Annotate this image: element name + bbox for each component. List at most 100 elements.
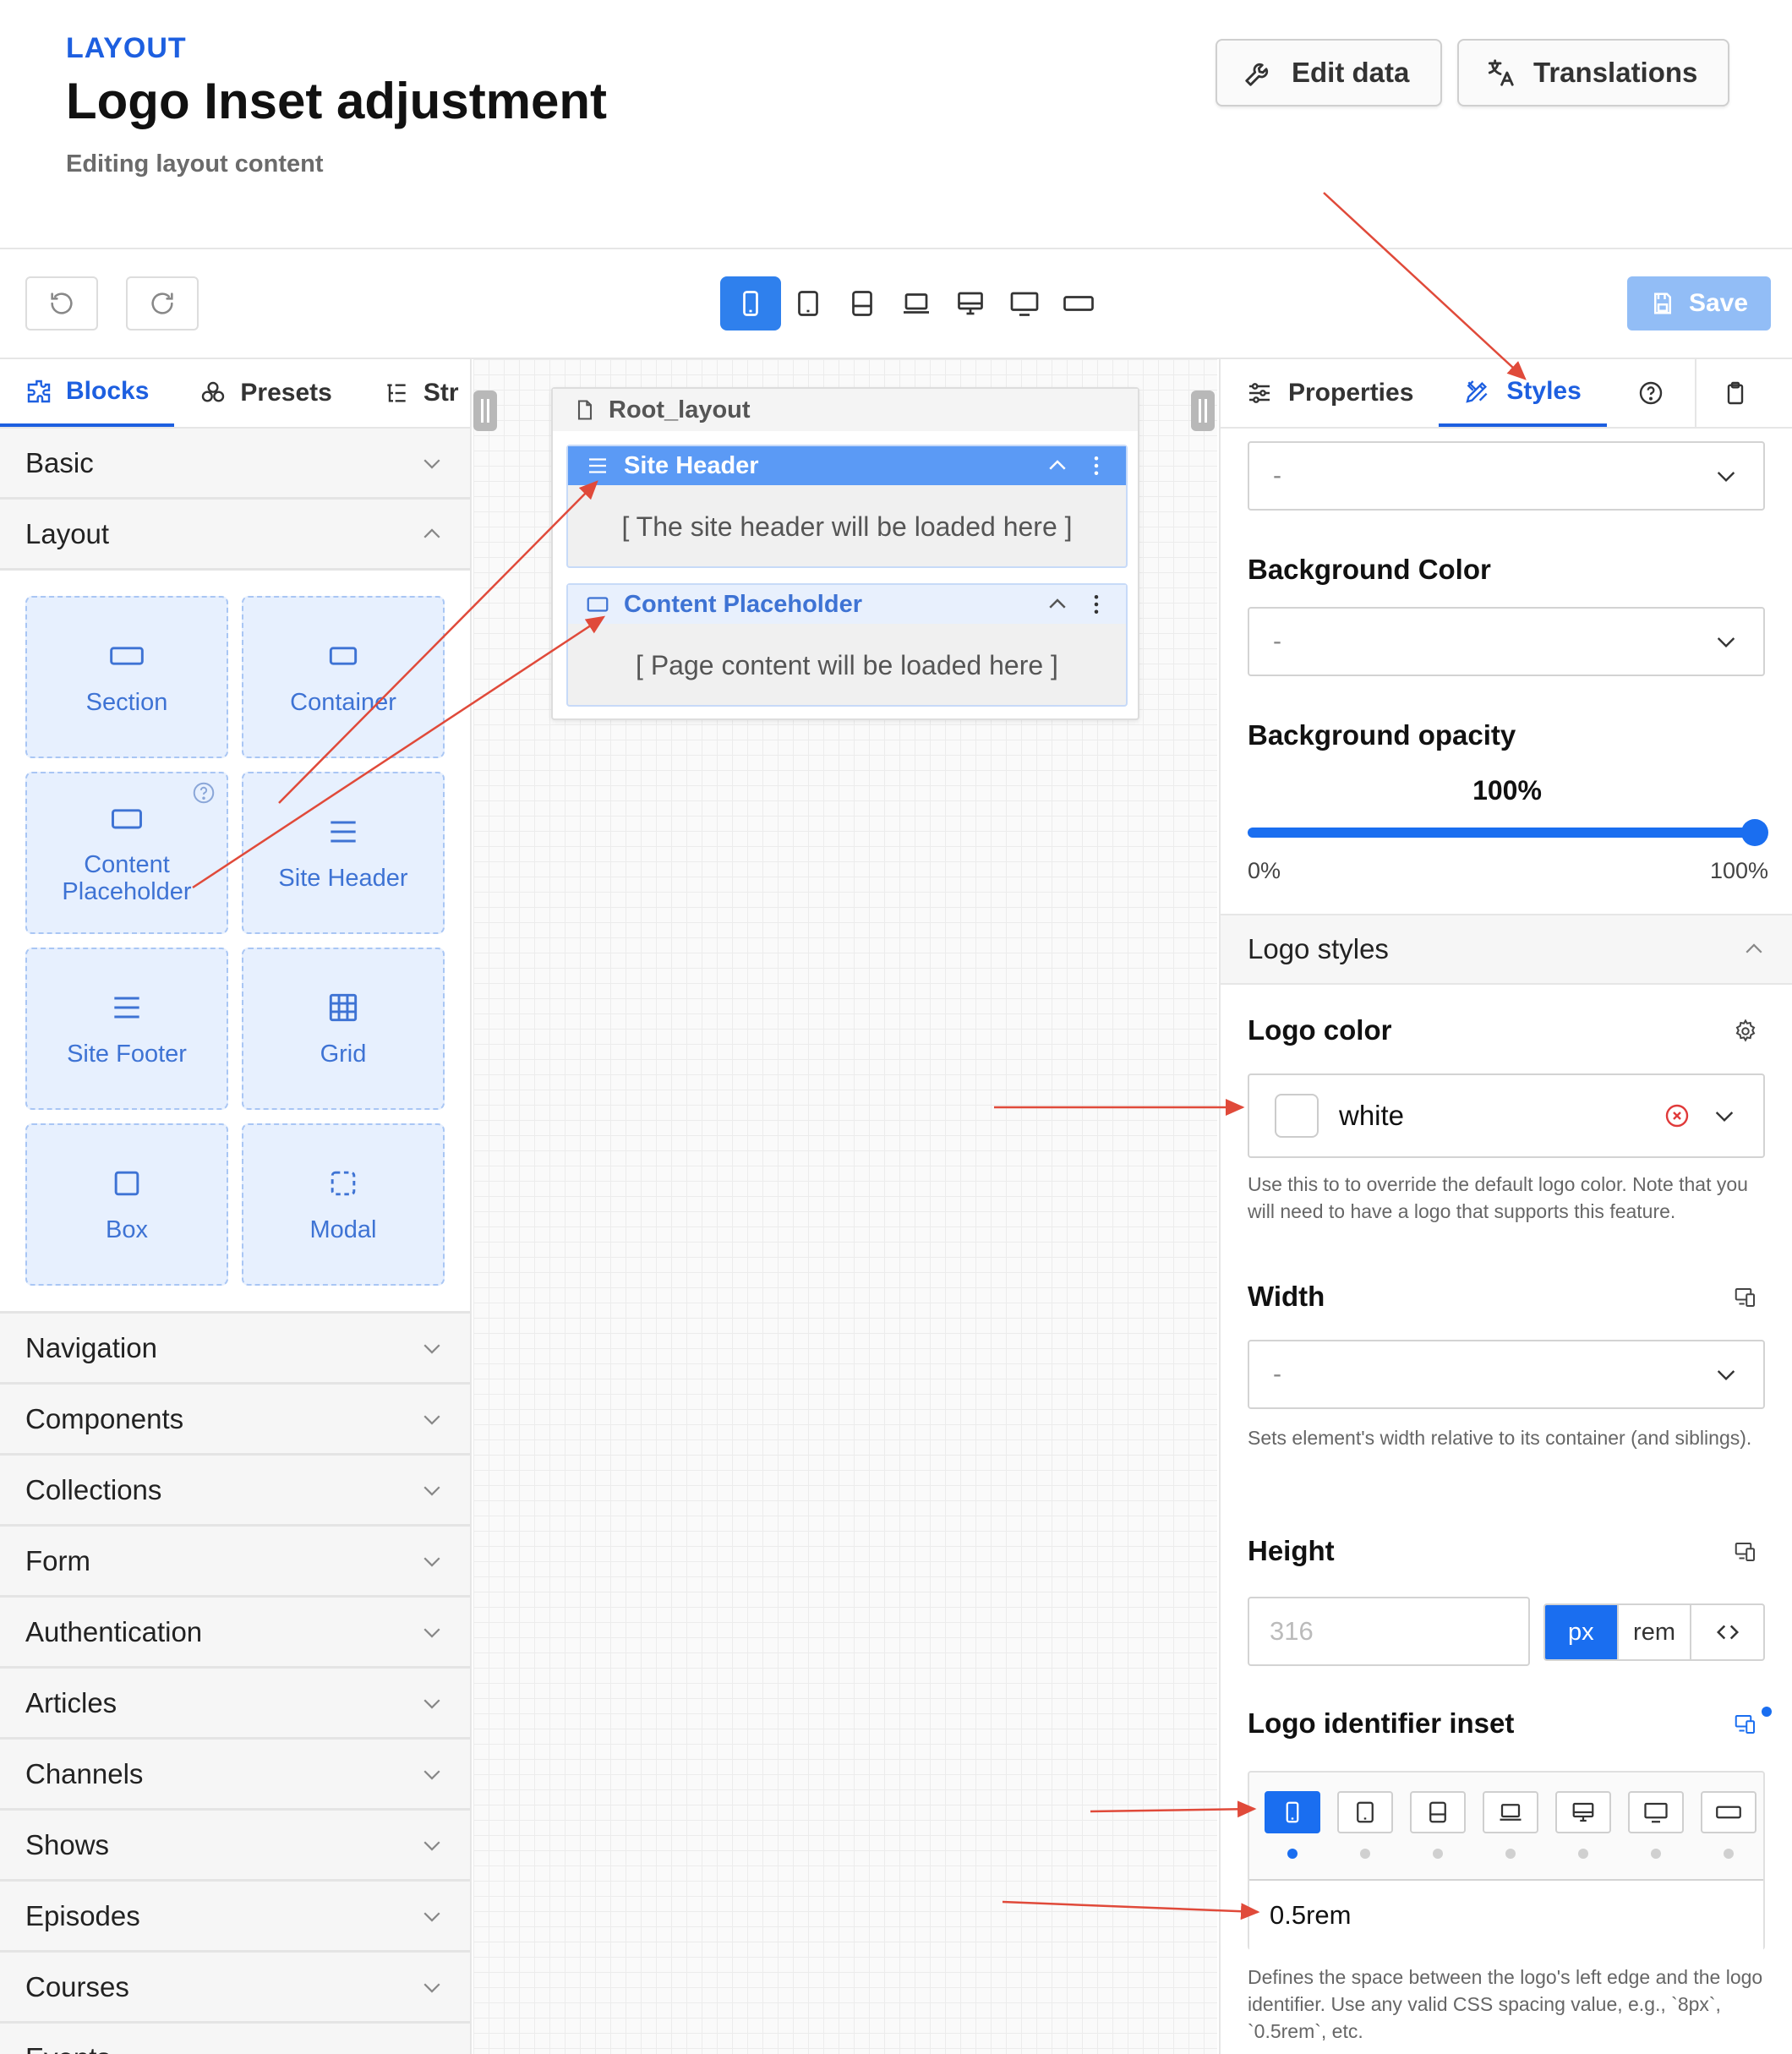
mobile-icon bbox=[1286, 1801, 1299, 1823]
breakpoint-desktop-button[interactable] bbox=[1555, 1791, 1611, 1833]
responsive-icon[interactable] bbox=[1733, 1712, 1758, 1737]
top-style-select[interactable]: - bbox=[1248, 441, 1765, 511]
chevron-down-icon[interactable] bbox=[1711, 1102, 1738, 1129]
category-articles[interactable]: Articles bbox=[0, 1669, 470, 1740]
breakpoint-tablet-landscape-button[interactable] bbox=[1410, 1791, 1466, 1833]
tab-properties[interactable]: Properties bbox=[1221, 359, 1439, 427]
breakpoint-tablet-button[interactable] bbox=[1337, 1791, 1393, 1833]
block-label: Site Footer bbox=[67, 1041, 187, 1068]
canvas-site-header-block[interactable]: Site Header [ The site header will be lo… bbox=[566, 445, 1128, 568]
background-color-label: Background Color bbox=[1248, 554, 1491, 585]
laptop-icon bbox=[904, 293, 929, 314]
category-events[interactable]: Events bbox=[0, 2024, 470, 2054]
clipboard-button[interactable] bbox=[1694, 359, 1774, 427]
block-box[interactable]: Box bbox=[25, 1123, 228, 1286]
category-components[interactable]: Components bbox=[0, 1385, 470, 1456]
responsive-icon[interactable] bbox=[1733, 1539, 1758, 1565]
category-navigation[interactable]: Navigation bbox=[0, 1314, 470, 1385]
redo-icon bbox=[151, 292, 173, 314]
gear-icon[interactable] bbox=[1733, 1019, 1758, 1044]
desktop-icon bbox=[958, 292, 983, 315]
height-input[interactable]: 316 bbox=[1248, 1597, 1530, 1666]
breakpoint-wide-button[interactable] bbox=[1701, 1791, 1756, 1833]
unit-px-button[interactable]: px bbox=[1545, 1605, 1619, 1659]
category-authentication[interactable]: Authentication bbox=[0, 1598, 470, 1669]
left-resize-handle[interactable] bbox=[473, 391, 497, 431]
block-modal[interactable]: Modal bbox=[242, 1123, 445, 1286]
category-label: Episodes bbox=[25, 1899, 140, 1931]
chevron-down-icon bbox=[1717, 472, 1735, 483]
right-tabs: Properties Styles bbox=[1221, 359, 1792, 429]
chevron-up-icon[interactable] bbox=[1045, 453, 1070, 478]
tab-help[interactable] bbox=[1607, 359, 1695, 427]
logo-styles-section[interactable]: Logo styles bbox=[1221, 914, 1792, 985]
save-button[interactable]: Save bbox=[1627, 276, 1771, 330]
logo-color-field[interactable]: white bbox=[1248, 1073, 1765, 1158]
block-grid[interactable]: Grid bbox=[242, 948, 445, 1110]
site-header-placeholder: [ The site header will be loaded here ] bbox=[621, 511, 1073, 542]
root-layout-frame[interactable]: Root_layout Site Header [ The site heade… bbox=[551, 387, 1139, 720]
override-indicator-dot bbox=[1762, 1707, 1772, 1717]
category-collections[interactable]: Collections bbox=[0, 1456, 470, 1527]
breakpoint-monitor-button[interactable] bbox=[1628, 1791, 1684, 1833]
menu-icon bbox=[114, 997, 139, 1019]
help-icon[interactable] bbox=[191, 780, 216, 806]
tablet-landscape-icon bbox=[1429, 1801, 1446, 1823]
color-swatch[interactable] bbox=[1275, 1094, 1319, 1138]
device-desktop-button[interactable] bbox=[943, 276, 997, 330]
tab-structure[interactable]: Str bbox=[358, 359, 470, 427]
more-vertical-icon[interactable] bbox=[1084, 592, 1109, 617]
block-label: Section bbox=[85, 689, 168, 717]
category-basic-label: Basic bbox=[25, 446, 94, 478]
redo-button[interactable] bbox=[126, 276, 199, 330]
custom-value-button[interactable] bbox=[1691, 1605, 1763, 1659]
modal-icon bbox=[331, 1171, 356, 1196]
category-layout[interactable]: Layout bbox=[0, 500, 470, 571]
block-site-footer[interactable]: Site Footer bbox=[25, 948, 228, 1110]
content-placeholder-bar: Content Placeholder bbox=[568, 585, 1126, 624]
device-laptop-button[interactable] bbox=[889, 276, 943, 330]
clear-icon[interactable] bbox=[1664, 1102, 1691, 1129]
canvas-content-placeholder-block[interactable]: Content Placeholder [ Page content will … bbox=[566, 583, 1128, 707]
tab-styles-label: Styles bbox=[1506, 377, 1582, 405]
tab-properties-label: Properties bbox=[1288, 379, 1414, 407]
chevron-up-icon[interactable] bbox=[1045, 592, 1070, 617]
device-monitor-button[interactable] bbox=[997, 276, 1052, 330]
blocks-panel: Blocks Presets Str Basic Layout Section … bbox=[0, 359, 472, 2054]
category-basic[interactable]: Basic bbox=[0, 429, 470, 500]
device-tablet-button[interactable] bbox=[781, 276, 835, 330]
more-vertical-icon[interactable] bbox=[1084, 453, 1109, 478]
device-wide-button[interactable] bbox=[1052, 276, 1106, 330]
category-form[interactable]: Form bbox=[0, 1527, 470, 1598]
translations-button[interactable]: Translations bbox=[1457, 39, 1729, 107]
block-site-header[interactable]: Site Header bbox=[242, 772, 445, 934]
tab-styles[interactable]: Styles bbox=[1439, 359, 1607, 427]
chevron-up-icon bbox=[423, 527, 440, 538]
chevron-down-icon bbox=[1717, 637, 1735, 648]
breakpoint-laptop-button[interactable] bbox=[1483, 1791, 1538, 1833]
category-episodes[interactable]: Episodes bbox=[0, 1882, 470, 1953]
device-tablet-landscape-button[interactable] bbox=[835, 276, 889, 330]
responsive-icon[interactable] bbox=[1733, 1285, 1758, 1310]
background-color-select[interactable]: - bbox=[1248, 607, 1765, 676]
breakpoint-mobile-button[interactable] bbox=[1265, 1791, 1320, 1833]
unit-rem-button[interactable]: rem bbox=[1619, 1605, 1692, 1659]
block-section[interactable]: Section bbox=[25, 596, 228, 758]
tab-blocks[interactable]: Blocks bbox=[0, 359, 175, 427]
block-container[interactable]: Container bbox=[242, 596, 445, 758]
right-resize-handle[interactable] bbox=[1191, 391, 1215, 431]
width-help: Sets element's width relative to its con… bbox=[1248, 1427, 1752, 1449]
edit-data-button[interactable]: Edit data bbox=[1216, 39, 1442, 107]
opacity-slider-thumb[interactable] bbox=[1741, 819, 1768, 846]
device-mobile-button[interactable] bbox=[720, 276, 781, 330]
width-select[interactable]: - bbox=[1248, 1340, 1765, 1409]
breakpoint-dot bbox=[1337, 1849, 1393, 1859]
undo-button[interactable] bbox=[25, 276, 98, 330]
category-shows[interactable]: Shows bbox=[0, 1811, 470, 1882]
logo-inset-input[interactable]: 0.5rem bbox=[1249, 1879, 1763, 1950]
category-courses[interactable]: Courses bbox=[0, 1953, 470, 2024]
opacity-slider-track[interactable] bbox=[1248, 828, 1755, 838]
tab-presets[interactable]: Presets bbox=[174, 359, 357, 427]
category-channels[interactable]: Channels bbox=[0, 1740, 470, 1811]
block-content-placeholder[interactable]: Content Placeholder bbox=[25, 772, 228, 934]
